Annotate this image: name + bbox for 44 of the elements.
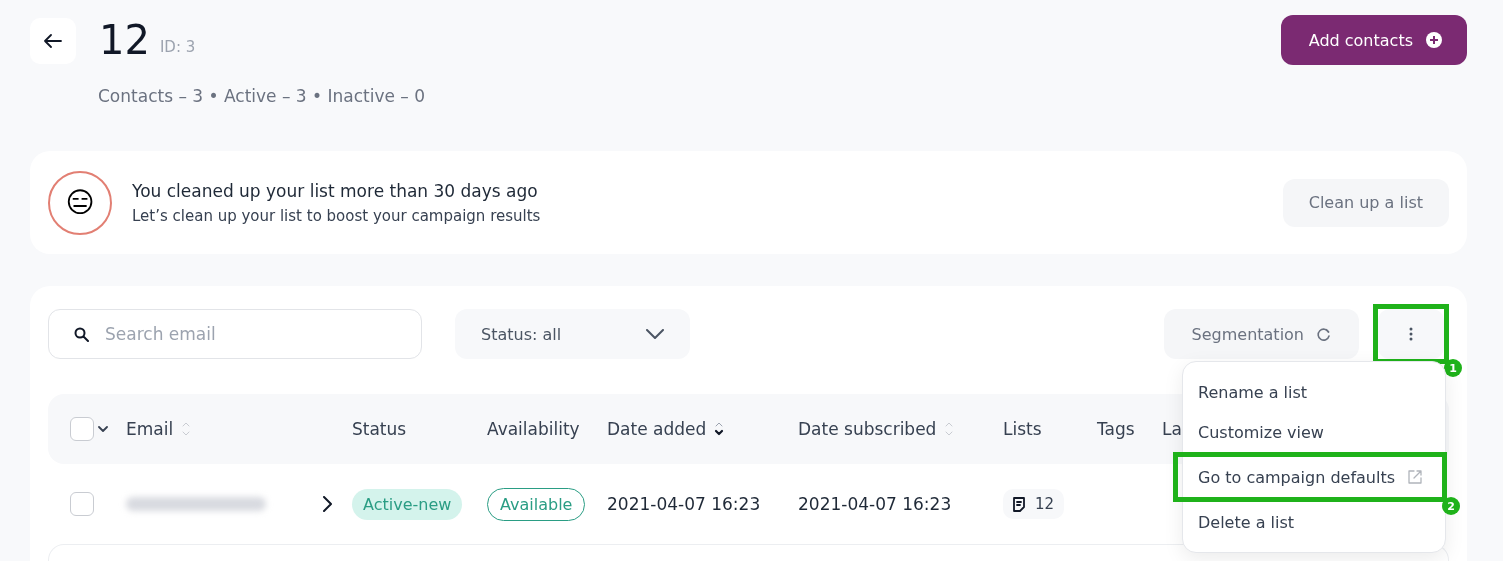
column-header: Status — [352, 419, 407, 439]
column-header: Availability — [487, 419, 580, 439]
segmentation-button[interactable]: Segmentation — [1163, 309, 1359, 359]
sort-icon[interactable] — [944, 422, 955, 436]
table-cell-text: 2021-04-07 16:23 — [607, 494, 762, 514]
refresh-icon — [1316, 326, 1331, 342]
more-vertical-icon — [1409, 327, 1413, 341]
search-field[interactable]: Search email — [48, 309, 422, 359]
select-all-checkbox[interactable] — [70, 417, 94, 441]
lists-chip: 12 — [1003, 489, 1065, 519]
status-dropdown[interactable]: Status: all — [455, 309, 690, 359]
sort-desc-icon[interactable] — [714, 422, 725, 436]
back-arrow-icon — [44, 34, 62, 48]
banner-text: Let’s clean up your list to boost your campaign results — [132, 206, 542, 225]
back-button[interactable] — [30, 18, 76, 64]
status-badge: Active-new — [352, 488, 463, 520]
caret-down-icon[interactable] — [98, 426, 108, 432]
column-header: La — [1162, 419, 1182, 439]
add-contacts-button[interactable]: Add contacts — [1280, 15, 1467, 65]
menu-item[interactable]: Delete a list — [1183, 502, 1445, 542]
column-header[interactable]: Email — [126, 419, 192, 439]
list-id: ID: 3 — [159, 37, 196, 56]
step-badge: 1 — [1444, 359, 1462, 377]
step-badge: 2 — [1442, 497, 1460, 515]
column-header: Tags — [1097, 419, 1135, 439]
row-checkbox[interactable] — [70, 492, 94, 516]
chevron-down-icon — [646, 329, 664, 339]
table-cell-text: 2021-04-07 16:23 — [798, 494, 953, 514]
menu-item[interactable]: Go to campaign defaults — [1183, 457, 1442, 497]
menu-item[interactable]: Customize view — [1183, 412, 1445, 452]
emoji-badge: 😑 — [48, 170, 112, 235]
menu-item[interactable]: Rename a list — [1183, 372, 1445, 412]
plus-circle-icon — [1425, 31, 1443, 49]
banner-title: You cleaned up your list more than 30 days ago — [132, 180, 539, 201]
document-icon — [1013, 496, 1025, 512]
search-icon — [74, 327, 89, 342]
contact-stats: Contacts – 3 • Active – 3 • Inactive – 0 — [98, 86, 426, 106]
sort-icon[interactable] — [181, 422, 192, 436]
clean-up-button[interactable]: Clean up a list — [1282, 178, 1449, 227]
column-header[interactable]: Date subscribed — [798, 419, 955, 439]
column-header: Lists — [1003, 419, 1042, 439]
chevron-right-icon[interactable] — [323, 496, 332, 512]
column-header[interactable]: Date added — [607, 419, 725, 439]
list-title: 12 — [99, 15, 150, 64]
